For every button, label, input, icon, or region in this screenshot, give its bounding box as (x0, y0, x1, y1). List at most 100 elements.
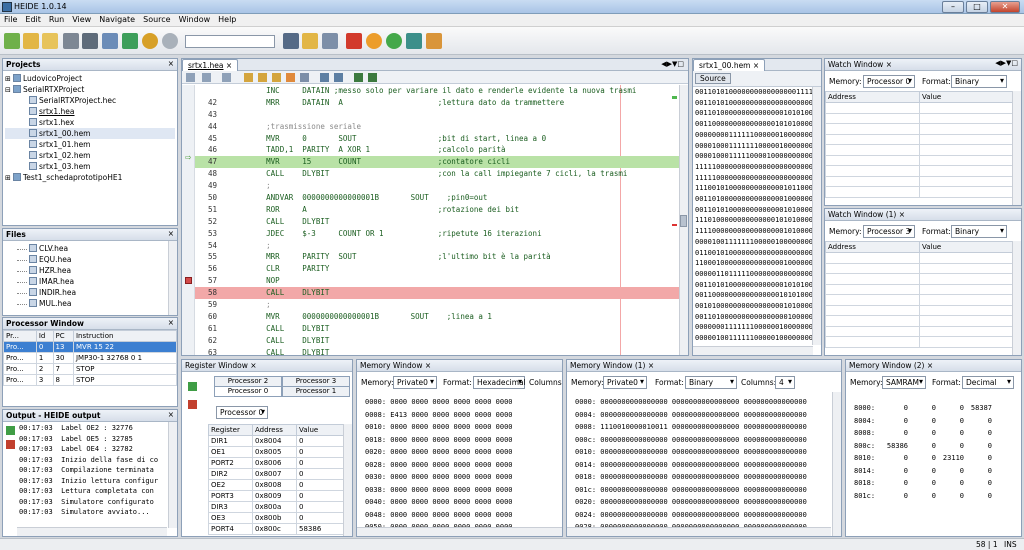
watch-address-cell[interactable] (825, 304, 920, 316)
editor-scroll-thumb[interactable] (680, 215, 687, 227)
tree-item[interactable]: srtx1_02.hem (5, 150, 175, 161)
code-line[interactable]: 43 (195, 109, 679, 121)
watch-address-cell[interactable] (825, 294, 920, 306)
watch-row[interactable] (825, 315, 1013, 327)
watch-address-cell[interactable] (825, 112, 920, 124)
watch-value-cell[interactable] (919, 102, 1013, 114)
code-line[interactable]: 60 MVR 0000000000000001B SOUT ;linea a 1 (195, 311, 679, 323)
breakpoint-icon[interactable] (185, 277, 192, 284)
code-line[interactable]: 44 ;trasmissione seriale (195, 121, 679, 133)
memory-select[interactable]: SAMRAM (882, 376, 926, 389)
menu-edit[interactable]: Edit (21, 14, 45, 25)
stop-output-icon[interactable] (6, 440, 15, 449)
code-line[interactable]: 63 CALL DLYBIT (195, 347, 679, 355)
code-line[interactable]: 50 ANDVAR 0000000000000001B SOUT ;pin0=o… (195, 192, 679, 204)
code-line[interactable]: 58 CALL DLYBIT (195, 287, 679, 300)
watch-row[interactable] (825, 123, 1013, 135)
watch-address-cell[interactable] (825, 165, 920, 177)
format-select[interactable]: Binary (685, 376, 737, 389)
code-line[interactable]: 45 MVR 0 SOUT ;bit di start, linea a 0 (195, 133, 679, 145)
columns-select[interactable]: 4 (775, 376, 795, 389)
watch-row[interactable] (825, 186, 1013, 198)
watch-address-cell[interactable] (825, 252, 920, 264)
register-row[interactable]: PORT3 0x8009 0 (208, 490, 344, 502)
menu-window[interactable]: Window (175, 14, 215, 25)
watch-value-cell[interactable] (919, 112, 1013, 124)
watch-value-cell[interactable] (919, 144, 1013, 156)
menu-file[interactable]: File (0, 14, 21, 25)
find-prev-icon[interactable] (258, 73, 267, 82)
history-icon[interactable] (222, 73, 231, 82)
watch-address-cell[interactable] (825, 133, 920, 145)
output-hscrollbar[interactable] (17, 527, 167, 536)
watch-value-cell[interactable] (919, 186, 1013, 198)
expand-toggle-icon[interactable]: ⊞ (5, 173, 13, 184)
code-line[interactable]: 62 CALL DLYBIT (195, 335, 679, 347)
tree-item[interactable]: srtx1_01.hem (5, 139, 175, 150)
watch-row[interactable] (825, 252, 1013, 264)
watch-1-scrollbar[interactable] (1012, 241, 1021, 355)
tree-item[interactable]: ⊞ Test1_schedaprototipoHE1 (5, 172, 175, 183)
memory-1-hscrollbar[interactable] (567, 527, 831, 536)
code-line[interactable]: 55 MRR PARITY SOUT ;l'ultimo bit è la pa… (195, 251, 679, 263)
watch-value-cell[interactable] (919, 133, 1013, 145)
tab-srtx1-hea[interactable]: srtx1.hea × (182, 59, 239, 71)
table-row[interactable]: Pro... 3 8 STOP (3, 374, 177, 386)
open-folder-icon[interactable] (42, 33, 58, 49)
tab-srtx1-00-hem[interactable]: srtx1_00.hem × (693, 59, 766, 71)
register-row[interactable]: DIR2 0x8007 0 (208, 468, 344, 480)
output-vscrollbar[interactable] (168, 422, 177, 528)
close-button[interactable]: ✕ (990, 1, 1020, 13)
refresh-icon[interactable] (188, 382, 197, 391)
format-select[interactable]: Binary (951, 75, 1007, 88)
file-item[interactable]: MUL.hea (17, 298, 177, 309)
watch-value-cell[interactable] (919, 262, 1013, 274)
memory-select[interactable]: Processor 0 (863, 75, 915, 88)
watch-address-cell[interactable] (825, 336, 920, 348)
configuration-combo[interactable] (185, 35, 275, 48)
watch-row[interactable] (825, 336, 1013, 348)
new-project-icon[interactable] (23, 33, 39, 49)
redo-icon[interactable] (162, 33, 178, 49)
file-item[interactable]: IMAR.hea (17, 276, 177, 287)
menu-navigate[interactable]: Navigate (95, 14, 139, 25)
register-scrollbar[interactable] (343, 424, 352, 536)
find-next-icon[interactable] (272, 73, 281, 82)
import-icon[interactable] (102, 33, 118, 49)
hem-vscrollbar[interactable] (812, 87, 821, 345)
files-scrollbar[interactable] (168, 241, 177, 315)
column-header[interactable]: Id (35, 330, 54, 342)
back-icon[interactable] (186, 73, 195, 82)
watch-value-cell[interactable] (919, 325, 1013, 337)
tree-item[interactable]: ⊞ LudovicoProject (5, 73, 175, 84)
watch-value-cell[interactable] (919, 315, 1013, 327)
memory-1-vscrollbar[interactable] (832, 392, 841, 536)
new-file-icon[interactable] (4, 33, 20, 49)
code-line[interactable]: 49 ; (195, 180, 679, 192)
tab-processor-0[interactable]: Processor 0 (214, 386, 282, 397)
watch-row[interactable] (825, 154, 1013, 166)
watch-address-cell[interactable] (825, 102, 920, 114)
minimize-button[interactable]: – (942, 1, 964, 13)
watch-row[interactable] (825, 144, 1013, 156)
undo-icon[interactable] (142, 33, 158, 49)
comment-icon[interactable] (354, 73, 363, 82)
watch-row[interactable] (825, 283, 1013, 295)
watch-row[interactable] (825, 294, 1013, 306)
tree-item[interactable]: srtx1_03.hem (5, 161, 175, 172)
save-icon[interactable] (63, 33, 79, 49)
watch-value-cell[interactable] (919, 252, 1013, 264)
tree-item[interactable]: ⊟ SerialRTXProject (5, 84, 175, 95)
code-line[interactable]: 53 JDEC $-3 COUNT OR 1 ;ripetute 16 iter… (195, 228, 679, 240)
code-line[interactable]: 47 MVR 15 COUNT ;contatore cicli (195, 156, 679, 169)
code-line[interactable]: 46 TADD,1 PARITY A XOR 1 ;calcolo parità (195, 144, 679, 156)
watch-address-cell[interactable] (825, 123, 920, 135)
tree-item[interactable]: srtx1.hea (5, 106, 175, 117)
watch-row[interactable] (825, 165, 1013, 177)
run-icon[interactable] (386, 33, 402, 49)
export-icon[interactable] (122, 33, 138, 49)
build-hammer-icon[interactable] (283, 33, 299, 49)
watch-row[interactable] (825, 133, 1013, 145)
watch-value-cell[interactable] (919, 336, 1013, 348)
watch-value-cell[interactable] (919, 175, 1013, 187)
